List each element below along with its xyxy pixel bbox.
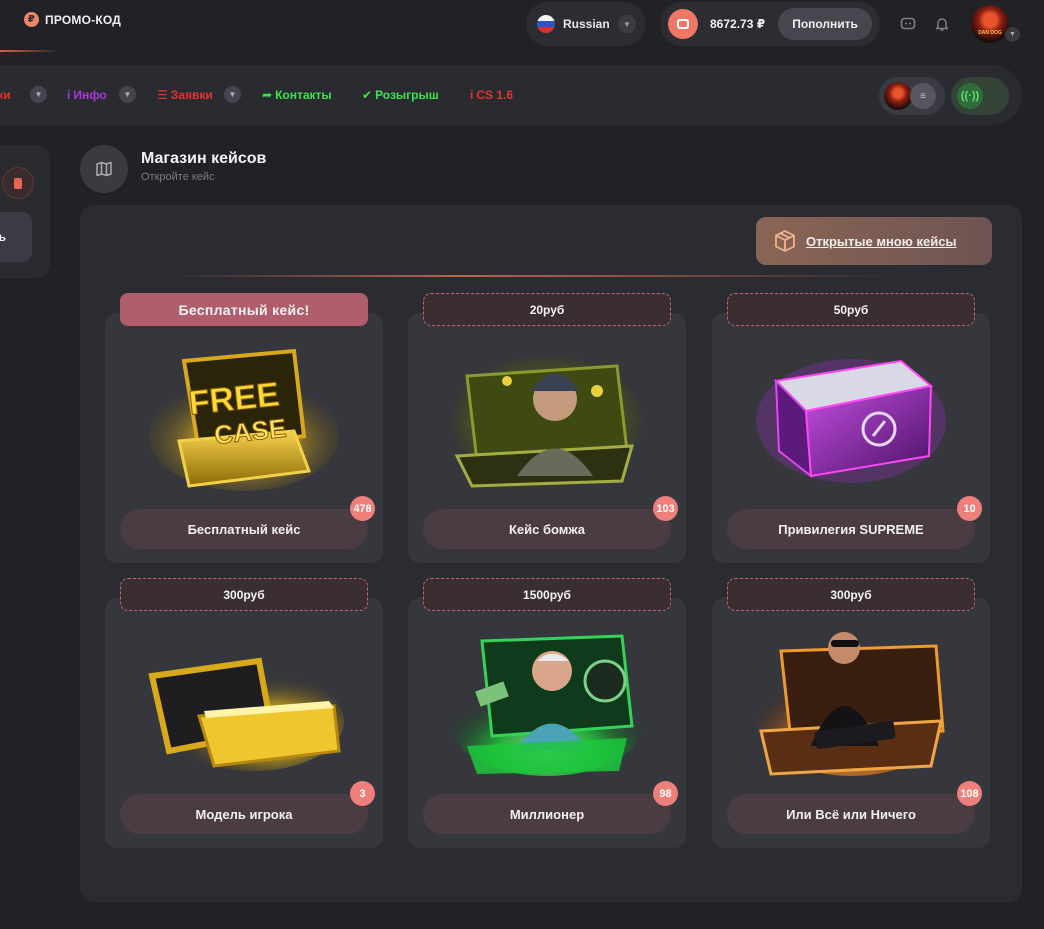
chevron-down-icon[interactable]: ▼	[224, 86, 241, 103]
case-image	[447, 626, 647, 776]
profile-menu-button[interactable]: ≡	[879, 77, 945, 115]
opened-count-badge: 108	[957, 781, 982, 806]
nav-item-label: Заявки	[170, 88, 213, 102]
balance-value: 8672.73 ₽	[710, 17, 766, 31]
case-price-tag: 300руб	[120, 578, 368, 611]
nav-item-label: Контакты	[275, 88, 332, 102]
nav-item-1[interactable]: вки	[0, 88, 11, 102]
door-icon[interactable]	[2, 167, 34, 199]
opened-count-badge: 10	[957, 496, 982, 521]
case-card-millionaire[interactable]: Миллионер 98	[408, 598, 686, 848]
page-subtitle: Откройте кейс	[141, 171, 215, 183]
language-label: Russian	[563, 17, 610, 31]
ruble-coin-icon: ₽	[24, 12, 39, 27]
case-price-tag: 300руб	[727, 578, 975, 611]
nav-item-giveaway[interactable]: ✔ Розыгрыш	[362, 88, 439, 102]
nav-item-label: Розыгрыш	[375, 88, 439, 102]
case-price-tag: 1500руб	[423, 578, 671, 611]
promo-code-button[interactable]: ₽ ПРОМО-КОД	[24, 12, 121, 27]
broadcast-icon: ((·))	[957, 83, 983, 109]
sidebar-button[interactable]: ь	[0, 212, 32, 262]
avatar-text: DAN DOG	[978, 30, 1002, 36]
nav-item-label: CS 1.6	[476, 88, 514, 102]
nav-item-cs16[interactable]: i CS 1.6	[470, 88, 513, 102]
page-title: Магазин кейсов	[141, 150, 267, 167]
opened-cases-label: Открытые мною кейсы	[806, 233, 957, 249]
divider	[170, 275, 890, 277]
check-icon: ✔	[362, 88, 373, 102]
chat-icon[interactable]	[899, 15, 917, 33]
case-card-free[interactable]: FREE CASE Бесплатный кейс 478	[105, 313, 383, 563]
top-bar: ₽ ПРОМО-КОД Russian ▼ 8672.73 ₽ Пополнит…	[0, 0, 1044, 50]
opened-count-badge: 3	[350, 781, 375, 806]
case-name: Миллионер	[423, 794, 671, 834]
opened-count-badge: 103	[653, 496, 678, 521]
case-name: Бесплатный кейс	[120, 509, 368, 549]
nav-item-contacts[interactable]: ➦ Контакты	[262, 88, 332, 102]
bell-icon[interactable]	[933, 15, 951, 33]
chevron-down-icon[interactable]: ▼	[30, 86, 47, 103]
wallet-icon	[668, 9, 698, 39]
opened-count-badge: 478	[350, 496, 375, 521]
nav-item-label: вки	[0, 88, 11, 102]
menu-lines-icon: ≡	[910, 83, 936, 109]
chevron-down-icon: ▼	[618, 15, 636, 33]
case-image	[751, 626, 951, 776]
promo-code-label: ПРОМО-КОД	[45, 12, 121, 27]
top-bar-accent-line	[0, 50, 60, 52]
topup-button[interactable]: Пополнить	[778, 8, 873, 40]
avatar	[884, 82, 912, 110]
map-icon	[80, 145, 128, 193]
nav-item-label: Инфо	[73, 88, 107, 102]
share-arrow-icon: ➦	[262, 88, 273, 102]
case-card-all-or-nothing[interactable]: Или Всё или Ничего 108	[712, 598, 990, 848]
russia-flag-icon	[537, 15, 555, 33]
case-name: Кейс бомжа	[423, 509, 671, 549]
box-icon	[775, 230, 795, 252]
case-price-tag: Бесплатный кейс!	[120, 293, 368, 326]
chevron-down-icon[interactable]: ▼	[119, 86, 136, 103]
opened-count-badge: 98	[653, 781, 678, 806]
case-card-bum[interactable]: Кейс бомжа 103	[408, 313, 686, 563]
case-image: FREE CASE	[144, 341, 344, 491]
online-toggle[interactable]: ((·))	[951, 77, 1009, 115]
user-avatar[interactable]: DAN DOG	[971, 5, 1009, 43]
nav-item-requests[interactable]: ☰ Заявки	[157, 88, 213, 102]
balance-widget: 8672.73 ₽ Пополнить	[660, 2, 880, 46]
list-icon: ☰	[157, 88, 168, 102]
main-nav: вки ▼ i Инфо ▼ ☰ Заявки ▼ ➦ Контакты ✔ Р…	[0, 65, 1022, 125]
case-card-supreme[interactable]: Привилегия SUPREME 10	[712, 313, 990, 563]
nav-item-info[interactable]: i Инфо	[67, 88, 107, 102]
case-card-player-model[interactable]: Модель игрока 3	[105, 598, 383, 848]
info-icon: i	[67, 88, 71, 102]
case-image	[447, 341, 647, 491]
sidebar: ь	[0, 145, 50, 278]
info-icon: i	[470, 88, 474, 102]
case-name: Привилегия SUPREME	[727, 509, 975, 549]
case-image	[751, 341, 951, 491]
case-name: Модель игрока	[120, 794, 368, 834]
case-name: Или Всё или Ничего	[727, 794, 975, 834]
case-price-tag: 20руб	[423, 293, 671, 326]
case-image	[144, 626, 344, 776]
case-price-tag: 50руб	[727, 293, 975, 326]
language-selector[interactable]: Russian ▼	[526, 2, 646, 46]
opened-cases-button[interactable]: Открытые мною кейсы	[756, 217, 992, 265]
chevron-down-icon[interactable]: ▼	[1005, 27, 1020, 42]
